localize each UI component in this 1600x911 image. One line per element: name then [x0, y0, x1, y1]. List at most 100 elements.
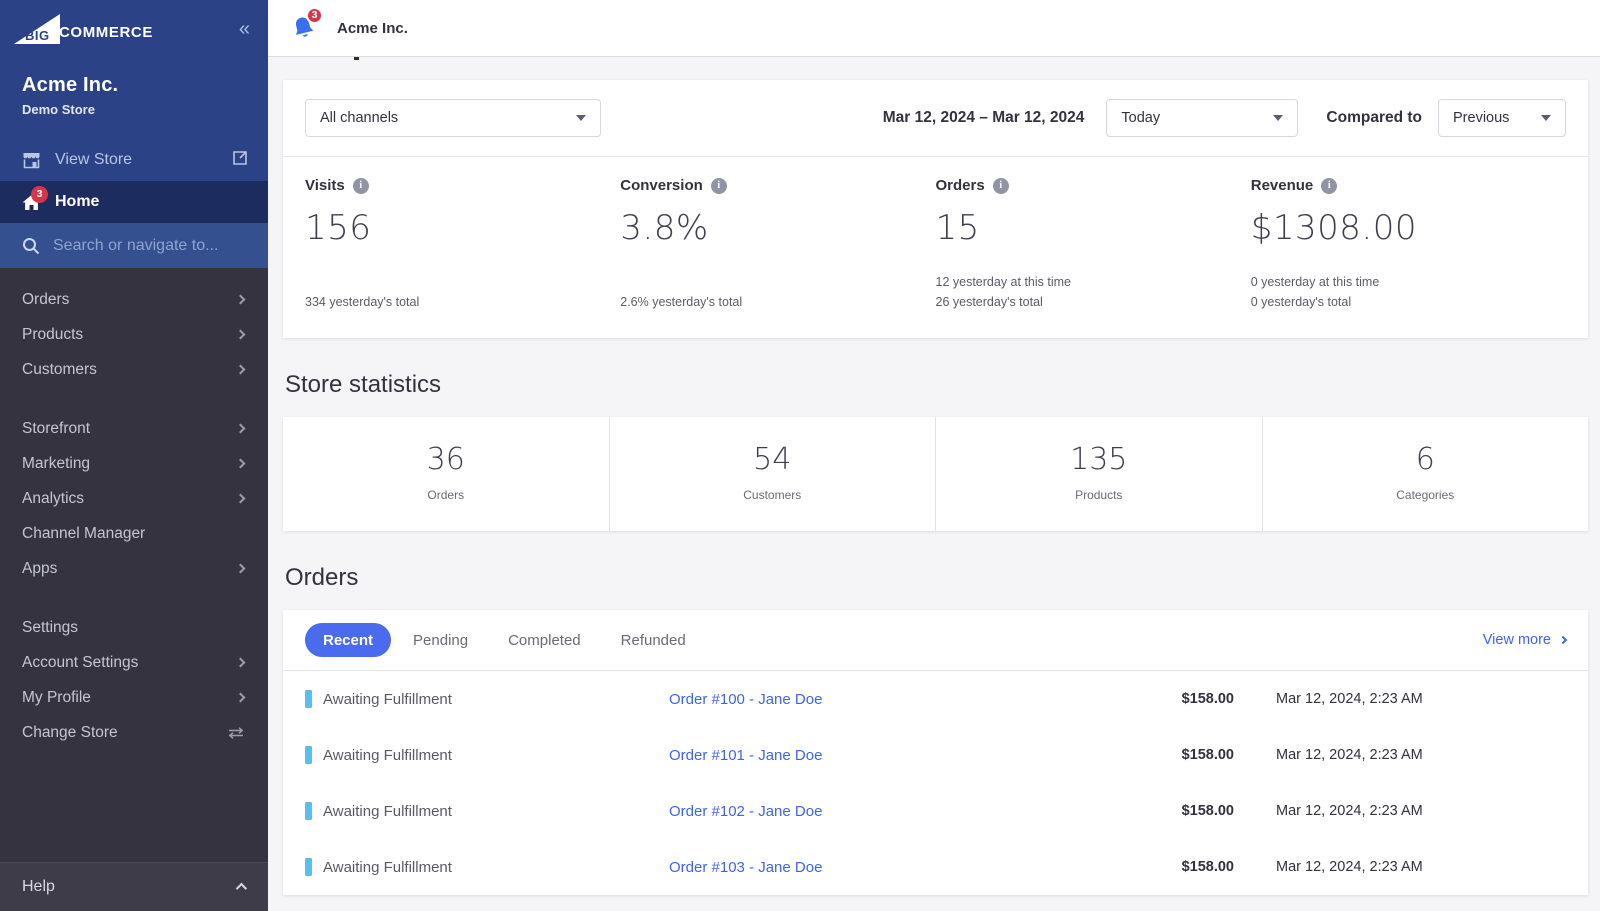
- stat-value: 54: [610, 442, 936, 477]
- order-link[interactable]: Order #101 - Jane Doe: [669, 747, 1114, 764]
- tab-completed[interactable]: Completed: [490, 623, 599, 657]
- swap-arrows-icon: [228, 727, 244, 739]
- header-store-name: Acme Inc.: [337, 20, 408, 37]
- order-date: Mar 12, 2024, 2:23 AM: [1234, 691, 1566, 707]
- stat-value: 6: [1263, 442, 1589, 477]
- date-range-text: Mar 12, 2024 – Mar 12, 2024: [883, 109, 1085, 127]
- dashboard-content: All channels Mar 12, 2024 – Mar 12, 2024…: [268, 57, 1600, 911]
- sidebar-item-home[interactable]: 3 Home: [0, 181, 268, 223]
- order-link[interactable]: Order #103 - Jane Doe: [669, 859, 1114, 876]
- sidebar-item-marketing[interactable]: Marketing: [0, 446, 268, 481]
- stat-value: 135: [936, 442, 1262, 477]
- home-label: Home: [55, 193, 99, 211]
- metric-sub-line: 0 yesterday's total: [1251, 292, 1566, 312]
- logo-text-commerce: COMMERCE: [59, 24, 153, 41]
- logo-text-big: BIG: [25, 28, 50, 43]
- view-more-link[interactable]: View more: [1483, 632, 1566, 648]
- compared-to-label: Compared to: [1326, 109, 1422, 127]
- sidebar-item-apps[interactable]: Apps: [0, 551, 268, 586]
- sidebar-top-section: BIG COMMERCE Acme Inc. Demo Store View S…: [0, 0, 268, 268]
- home-notification-badge: 3: [31, 186, 48, 203]
- search-input[interactable]: [53, 237, 233, 255]
- stat-label: Products: [936, 488, 1262, 502]
- metric-sub-line: 0 yesterday at this time: [1251, 272, 1566, 292]
- orders-card: Recent Pending Completed Refunded View m…: [283, 610, 1588, 895]
- order-date: Mar 12, 2024, 2:23 AM: [1234, 859, 1566, 875]
- bigcommerce-logo[interactable]: BIG COMMERCE: [14, 14, 153, 44]
- store-name: Acme Inc.: [22, 74, 248, 97]
- channel-select[interactable]: All channels: [305, 99, 601, 137]
- status-indicator: [305, 746, 312, 764]
- comparison-select[interactable]: Previous: [1438, 99, 1566, 137]
- order-link[interactable]: Order #100 - Jane Doe: [669, 691, 1114, 708]
- sidebar-item-analytics[interactable]: Analytics: [0, 481, 268, 516]
- channel-select-value: All channels: [320, 110, 398, 126]
- order-link[interactable]: Order #102 - Jane Doe: [669, 803, 1114, 820]
- tab-recent[interactable]: Recent: [305, 623, 391, 657]
- sidebar-item-account-settings[interactable]: Account Settings: [0, 645, 268, 680]
- menu-label: Settings: [22, 619, 78, 637]
- notifications-bell-icon[interactable]: 3: [290, 14, 317, 43]
- order-row: Awaiting Fulfillment Order #100 - Jane D…: [283, 671, 1588, 727]
- tab-pending[interactable]: Pending: [395, 623, 486, 657]
- metric-value: $1308.00: [1251, 208, 1566, 248]
- sidebar-item-my-profile[interactable]: My Profile: [0, 680, 268, 715]
- info-icon[interactable]: [1321, 178, 1337, 194]
- sidebar-item-view-store[interactable]: View Store: [0, 139, 268, 181]
- search-icon: [22, 237, 40, 255]
- sidebar-collapse-icon[interactable]: [239, 19, 250, 39]
- chevron-down-icon: [576, 115, 586, 121]
- sidebar-item-products[interactable]: Products: [0, 317, 268, 352]
- help-label: Help: [22, 878, 55, 896]
- order-row: Awaiting Fulfillment Order #101 - Jane D…: [283, 727, 1588, 783]
- stat-value: 36: [283, 442, 609, 477]
- metric-value: 15: [936, 208, 1251, 248]
- menu-label: Channel Manager: [22, 525, 145, 543]
- info-icon[interactable]: [711, 178, 727, 194]
- overview-panel: All channels Mar 12, 2024 – Mar 12, 2024…: [283, 80, 1588, 338]
- sidebar-item-help[interactable]: Help: [0, 862, 268, 911]
- comparison-select-value: Previous: [1453, 110, 1509, 126]
- info-icon[interactable]: [353, 178, 369, 194]
- menu-label: Account Settings: [22, 654, 138, 672]
- sidebar-item-channel-manager[interactable]: Channel Manager: [0, 516, 268, 551]
- metric-sub-line: 2.6% yesterday's total: [620, 292, 935, 312]
- view-more-label: View more: [1483, 632, 1551, 648]
- metric-orders: Orders 15 12 yesterday at this time 26 y…: [936, 177, 1251, 312]
- storefront-icon: [22, 152, 41, 169]
- metric-sub-line: [620, 272, 935, 292]
- sidebar-item-orders[interactable]: Orders: [0, 282, 268, 317]
- stat-label: Customers: [610, 488, 936, 502]
- menu-label: Products: [22, 326, 83, 344]
- stat-customers: 54 Customers: [610, 417, 937, 531]
- order-status: Awaiting Fulfillment: [323, 691, 669, 708]
- chevron-down-icon: [1541, 115, 1551, 121]
- order-date: Mar 12, 2024, 2:23 AM: [1234, 803, 1566, 819]
- chevron-right-icon: [236, 564, 246, 574]
- notification-count-badge: 3: [306, 7, 323, 24]
- filters-row: All channels Mar 12, 2024 – Mar 12, 2024…: [283, 80, 1588, 157]
- stat-products: 135 Products: [936, 417, 1263, 531]
- metric-conversion: Conversion 3.8% 2.6% yesterday's total: [620, 177, 935, 312]
- sidebar-item-change-store[interactable]: Change Store: [0, 715, 268, 750]
- period-select[interactable]: Today: [1106, 99, 1298, 137]
- orders-title: Orders: [285, 564, 1588, 592]
- tab-refunded[interactable]: Refunded: [603, 623, 704, 657]
- chevron-right-icon: [236, 424, 246, 434]
- menu-label: Apps: [22, 560, 57, 578]
- order-status: Awaiting Fulfillment: [323, 859, 669, 876]
- chevron-right-icon: [236, 494, 246, 504]
- sidebar-item-customers[interactable]: Customers: [0, 352, 268, 387]
- sidebar-item-storefront[interactable]: Storefront: [0, 411, 268, 446]
- orders-tabs-row: Recent Pending Completed Refunded View m…: [283, 610, 1588, 671]
- metric-sub-line: 26 yesterday's total: [936, 292, 1251, 312]
- metric-sub-line: [305, 272, 620, 292]
- menu-label: Change Store: [22, 724, 118, 742]
- stat-label: Categories: [1263, 488, 1589, 502]
- metric-revenue: Revenue $1308.00 0 yesterday at this tim…: [1251, 177, 1566, 312]
- store-statistics-title: Store statistics: [285, 371, 1588, 399]
- info-icon[interactable]: [993, 178, 1009, 194]
- sidebar-item-settings[interactable]: Settings: [0, 610, 268, 645]
- sidebar-search[interactable]: [0, 223, 268, 268]
- stat-label: Orders: [283, 488, 609, 502]
